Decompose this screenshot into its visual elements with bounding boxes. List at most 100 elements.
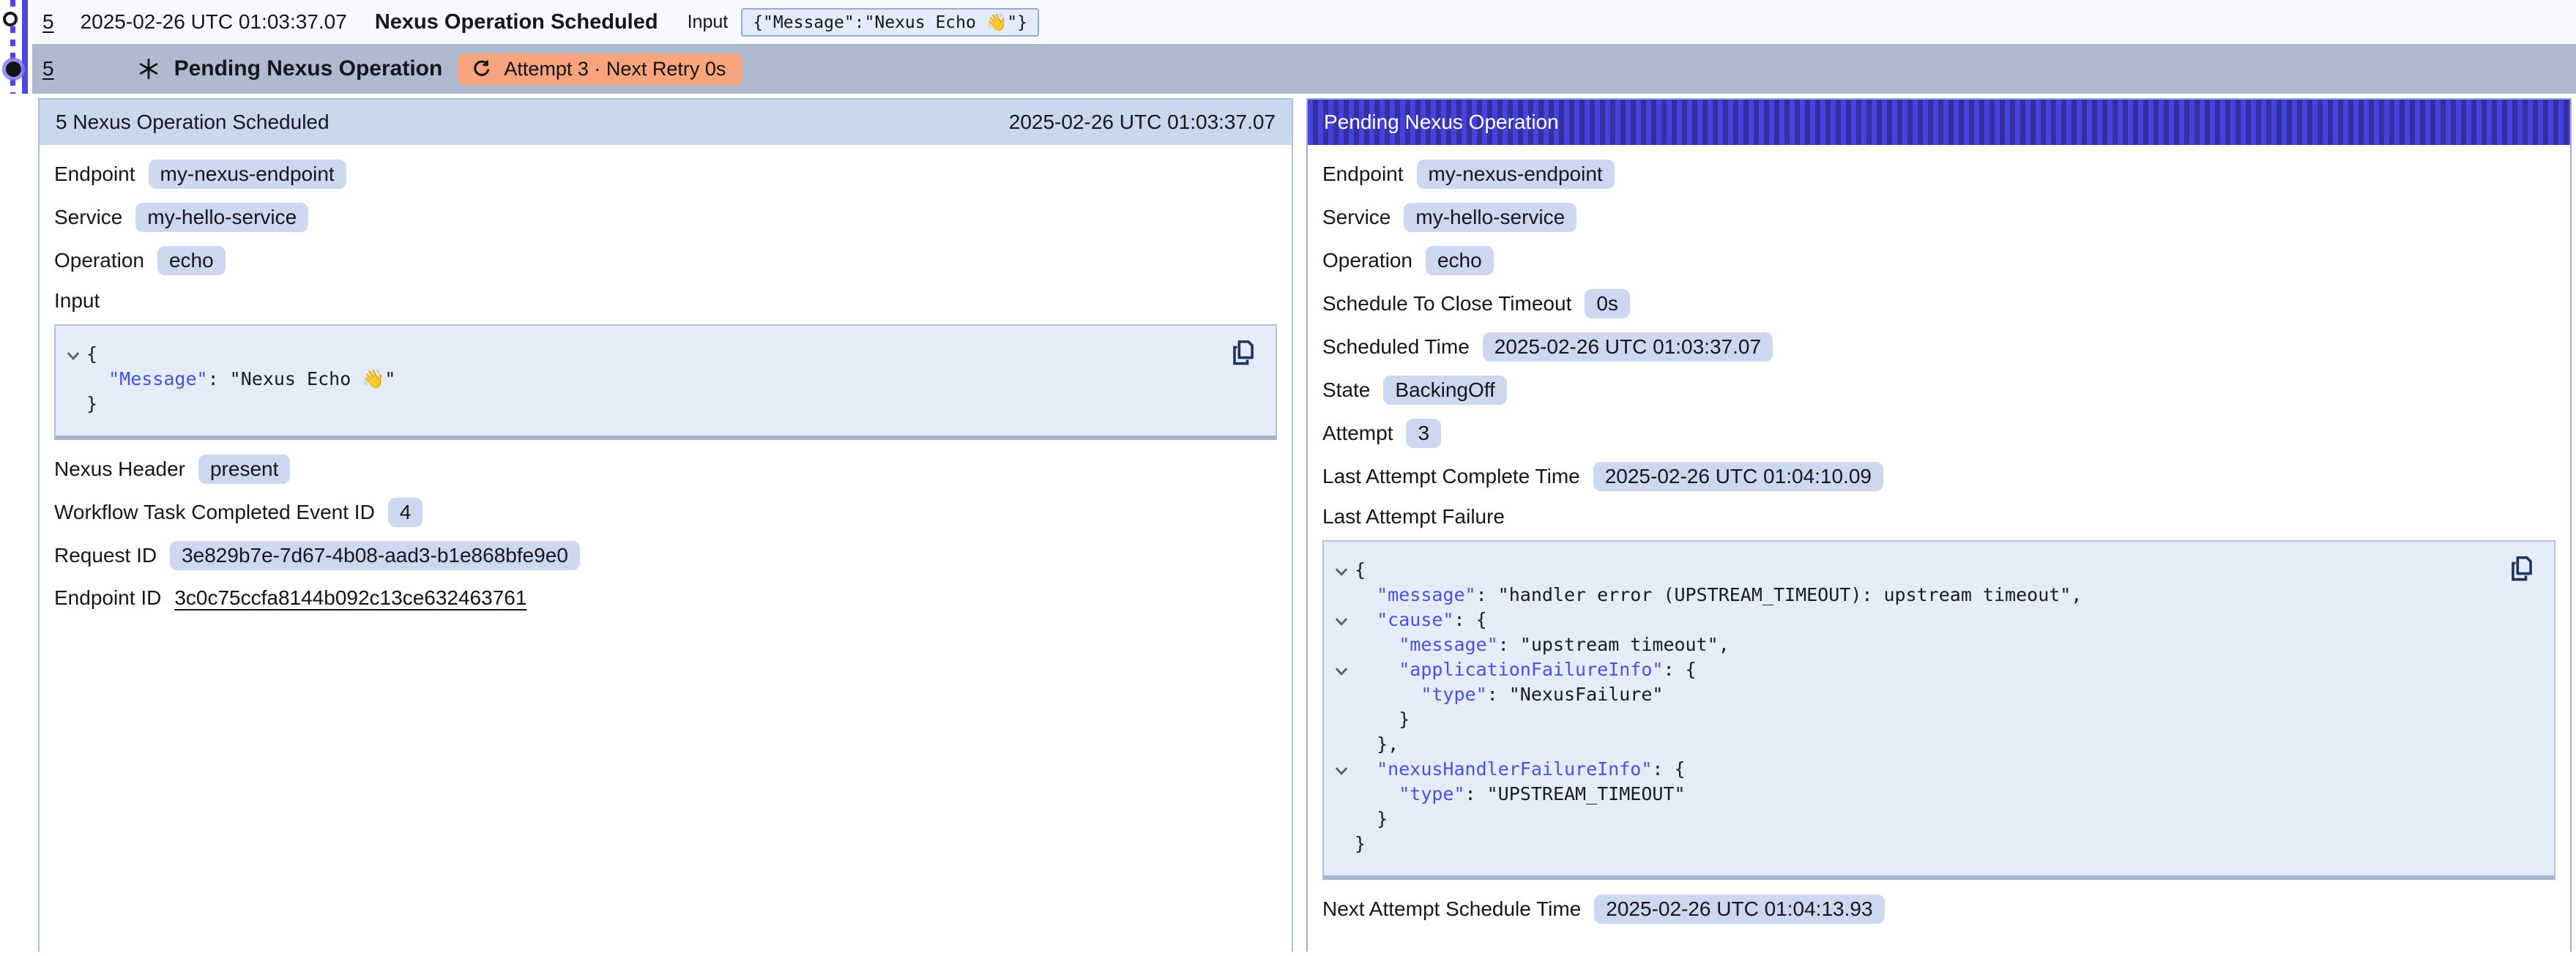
code-line: "applicationFailureInfo": {: [1334, 657, 2495, 682]
detail-state: StateBackingOff: [1322, 376, 2555, 405]
code-text: "type": "NexusFailure": [1355, 682, 1663, 707]
value-badge: 4: [388, 498, 423, 527]
panel-title: 5 Nexus Operation Scheduled: [56, 111, 330, 134]
json-key: "message": [1377, 584, 1475, 605]
code-line-gutter: [1334, 807, 1355, 832]
attempt-retry-badge: Attempt 3 · Next Retry 0s: [458, 53, 742, 85]
json-key: "Message": [108, 368, 207, 389]
detail-label: Schedule To Close Timeout: [1322, 292, 1571, 315]
value-badge: 3: [1406, 419, 1441, 448]
code-line: }: [1334, 832, 2495, 856]
value-badge: 2025-02-26 UTC 01:04:10.09: [1593, 462, 1883, 491]
code-text: "nexusHandlerFailureInfo": {: [1355, 757, 1686, 782]
chevron-down-icon[interactable]: [1334, 565, 1349, 580]
panel-timestamp: 2025-02-26 UTC 01:03:37.07: [1009, 111, 1276, 134]
value-badge: 3e829b7e-7d67-4b08-aad3-b1e868bfe9e0: [170, 541, 580, 570]
event-detail-panels: 5 Nexus Operation Scheduled 2025-02-26 U…: [38, 98, 2572, 952]
json-key: "type": [1399, 783, 1464, 804]
value-badge: echo: [1426, 246, 1494, 275]
code-line-gutter: [1334, 632, 1355, 657]
event-history-view: 5 2025-02-26 UTC 01:03:37.07 Nexus Opera…: [0, 0, 2576, 956]
input-preview-chip: {"Message":"Nexus Echo 👋"}: [741, 8, 1039, 37]
detail-label: Request ID: [54, 544, 157, 567]
detail-label: Service: [54, 206, 122, 229]
detail-label: Input: [54, 289, 1277, 313]
detail-label: Scheduled Time: [1322, 335, 1470, 359]
detail-label: Next Attempt Schedule Time: [1322, 897, 1581, 921]
circle-filled-icon[interactable]: [6, 61, 21, 77]
code-text: },: [1355, 732, 1399, 757]
detail-workflow-task-completed-event-id: Workflow Task Completed Event ID4: [54, 498, 1277, 527]
code-line: "type": "NexusFailure": [1334, 682, 2495, 707]
detail-label: State: [1322, 378, 1370, 402]
chevron-down-icon[interactable]: [1334, 615, 1349, 630]
code-line-gutter: [1334, 583, 1355, 608]
timeline-rail: [22, 0, 28, 94]
detail-label: Endpoint: [54, 163, 135, 186]
json-key: "message": [1399, 634, 1497, 655]
code-text: "message": "upstream timeout",: [1355, 632, 1730, 657]
event-timestamp: 2025-02-26 UTC 01:03:37.07: [81, 10, 347, 34]
input-label: Input: [688, 12, 729, 33]
detail-last-attempt-failure: Last Attempt Failure { "message": "handle…: [1322, 505, 2555, 880]
code-line-gutter: [1334, 707, 1355, 732]
chevron-down-icon[interactable]: [1334, 665, 1349, 679]
detail-label: Operation: [1322, 249, 1412, 272]
detail-label: Endpoint ID: [54, 586, 161, 610]
code-text: {: [86, 342, 97, 367]
value-badge: my-hello-service: [135, 203, 308, 232]
code-line: "type": "UPSTREAM_TIMEOUT": [1334, 782, 2495, 807]
event-id-link[interactable]: 5: [42, 10, 54, 34]
detail-last-attempt-complete-time: Last Attempt Complete Time2025-02-26 UTC…: [1322, 462, 2555, 491]
detail-endpoint: Endpointmy-nexus-endpoint: [54, 160, 1277, 189]
scheduled-panel-header: 5 Nexus Operation Scheduled 2025-02-26 U…: [40, 100, 1292, 145]
event-title: Nexus Operation Scheduled: [375, 10, 658, 34]
detail-label: Attempt: [1322, 422, 1393, 445]
code-line-gutter: [1334, 682, 1355, 707]
detail-label: Endpoint: [1322, 163, 1404, 186]
detail-attempt: Attempt 3: [1322, 419, 2555, 448]
code-line-gutter: [1334, 782, 1355, 807]
code-text: }: [86, 392, 97, 417]
value-badge: my-nexus-endpoint: [1417, 160, 1615, 189]
detail-endpoint: Endpoint my-nexus-endpoint: [1322, 160, 2555, 189]
scheduled-panel-content: Endpointmy-nexus-endpoint Service my-hello…: [40, 145, 1292, 638]
chevron-down-icon[interactable]: [66, 349, 81, 364]
detail-next-attempt-schedule-time: Next Attempt Schedule Time2025-02-26 UTC…: [1322, 895, 2555, 924]
circle-outline-icon[interactable]: [3, 12, 18, 26]
value-badge: 0s: [1585, 289, 1630, 318]
code-line-gutter: [66, 392, 86, 417]
code-line: {: [66, 342, 1217, 367]
code-line: },: [1334, 732, 2495, 757]
detail-operation: Operationecho: [54, 246, 1277, 275]
code-line: "nexusHandlerFailureInfo": {: [1334, 757, 2495, 782]
attempt-retry-text: Attempt 3 · Next Retry 0s: [504, 58, 726, 81]
code-text: "Message": "Nexus Echo 👋": [86, 367, 395, 392]
code-line: }: [1334, 807, 2495, 832]
code-line-gutter: [1334, 732, 1355, 757]
code-line: }: [1334, 707, 2495, 732]
event-row-nexus-operation-scheduled[interactable]: 5 2025-02-26 UTC 01:03:37.07 Nexus Opera…: [32, 0, 2576, 44]
detail-service: Servicemy-hello-service: [1322, 203, 2555, 232]
code-line: {: [1334, 558, 2495, 583]
code-text: }: [1355, 832, 1366, 856]
event-title: Pending Nexus Operation: [174, 56, 443, 81]
detail-label: Service: [1322, 206, 1391, 229]
pending-panel-content: Endpoint my-nexus-endpoint Servicemy-hello…: [1308, 145, 2570, 949]
chevron-down-icon[interactable]: [1334, 764, 1349, 779]
code-line: "Message": "Nexus Echo 👋": [66, 367, 1217, 392]
detail-label: Last Attempt Failure: [1322, 505, 2555, 529]
event-rows: 5 2025-02-26 UTC 01:03:37.07 Nexus Opera…: [32, 0, 2576, 94]
event-row-pending-nexus-operation[interactable]: 5 Pending Nexus Operation Attempt 3 · Ne…: [32, 44, 2576, 94]
json-key: "type": [1421, 684, 1486, 705]
value-badge: echo: [157, 246, 226, 275]
copy-icon[interactable]: [1230, 339, 1257, 367]
code-text: }: [1355, 707, 1410, 732]
code-text: "type": "UPSTREAM_TIMEOUT": [1355, 782, 1686, 807]
endpoint-id-link[interactable]: 3c0c75ccfa8144b092c13ce632463761: [174, 586, 526, 610]
panel-title: Pending Nexus Operation: [1324, 111, 1559, 134]
value-badge: present: [198, 455, 290, 484]
copy-icon[interactable]: [2509, 555, 2535, 583]
code-block-failure-json: { "message": "handler error (UPSTREAM_TI…: [1322, 540, 2555, 880]
event-id-link[interactable]: 5: [42, 57, 54, 81]
